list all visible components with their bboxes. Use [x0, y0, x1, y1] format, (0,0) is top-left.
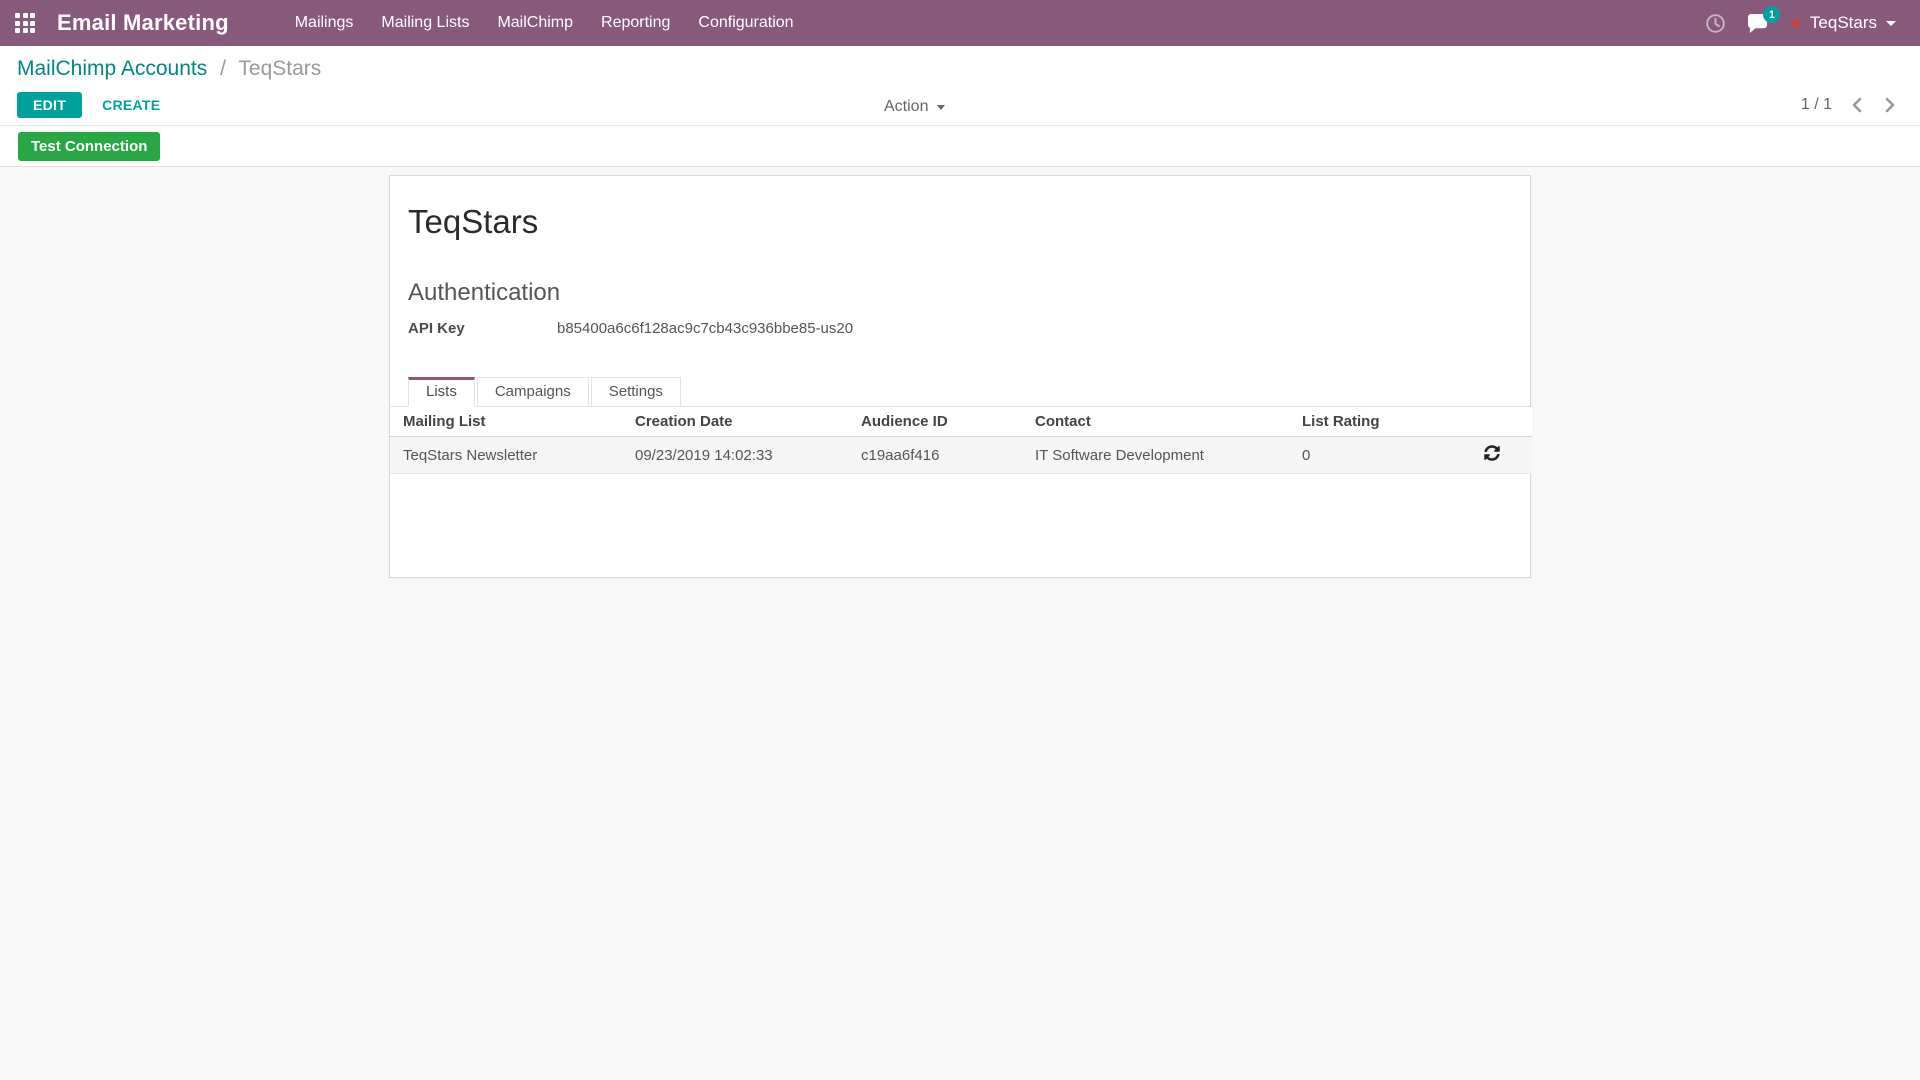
cell-creation-date[interactable]: 09/23/2019 14:02:33 — [622, 437, 848, 474]
menu-mailchimp[interactable]: MailChimp — [483, 1, 587, 45]
header-audience-id[interactable]: Audience ID — [848, 407, 1022, 437]
test-connection-button[interactable]: Test Connection — [18, 132, 160, 161]
table-header-row: Mailing List Creation Date Audience ID C… — [390, 407, 1532, 437]
systray: 1 ★ TeqStars — [1705, 13, 1896, 34]
app-title[interactable]: Email Marketing — [57, 10, 229, 36]
menu-reporting[interactable]: Reporting — [587, 1, 684, 45]
api-key-field-row: API Key b85400a6c6f128ac9c7cb43c936bbe85… — [408, 320, 1512, 337]
control-panel-buttons: EDIT CREATE — [17, 92, 1920, 118]
tab-settings[interactable]: Settings — [591, 377, 681, 407]
header-actions — [1447, 407, 1532, 437]
apps-grid-icon[interactable] — [15, 13, 35, 33]
action-label: Action — [884, 98, 928, 116]
header-contact[interactable]: Contact — [1022, 407, 1289, 437]
authentication-heading: Authentication — [408, 279, 1512, 307]
action-dropdown[interactable]: Action — [884, 98, 945, 116]
refresh-icon[interactable] — [1447, 437, 1532, 474]
top-navbar: Email Marketing Mailings Mailing Lists M… — [0, 0, 1920, 46]
form-view-area: TeqStars Authentication API Key b85400a6… — [0, 167, 1920, 1079]
edit-button[interactable]: EDIT — [17, 92, 82, 118]
menu-configuration[interactable]: Configuration — [684, 1, 807, 45]
chevron-down-icon — [1886, 21, 1896, 26]
record-title: TeqStars — [408, 203, 1512, 241]
menu-mailing-lists[interactable]: Mailing Lists — [367, 1, 483, 45]
header-list-rating[interactable]: List Rating — [1289, 407, 1447, 437]
activities-clock-icon[interactable] — [1705, 13, 1726, 34]
cell-contact[interactable]: IT Software Development — [1022, 437, 1289, 474]
user-name: TeqStars — [1810, 13, 1877, 33]
api-key-value: b85400a6c6f128ac9c7cb43c936bbe85-us20 — [557, 320, 853, 337]
cell-audience-id[interactable]: c19aa6f416 — [848, 437, 1022, 474]
messages-badge: 1 — [1763, 6, 1780, 23]
mailing-lists-table: Mailing List Creation Date Audience ID C… — [390, 407, 1532, 474]
breadcrumb-separator: / — [220, 57, 226, 80]
breadcrumb: MailChimp Accounts / TeqStars — [17, 57, 1920, 81]
user-avatar-icon: ★ — [1789, 16, 1802, 31]
cell-list-rating[interactable]: 0 — [1289, 437, 1447, 474]
pager: 1 / 1 — [1801, 96, 1898, 114]
tab-campaigns[interactable]: Campaigns — [477, 377, 589, 407]
create-button[interactable]: CREATE — [88, 92, 174, 118]
control-panel: MailChimp Accounts / TeqStars EDIT CREAT… — [0, 46, 1920, 125]
form-statusbar: Test Connection — [0, 125, 1920, 167]
pager-value: 1 / 1 — [1801, 96, 1832, 114]
breadcrumb-current: TeqStars — [238, 57, 321, 80]
breadcrumb-mailchimp-accounts[interactable]: MailChimp Accounts — [17, 57, 207, 80]
form-sheet: TeqStars Authentication API Key b85400a6… — [389, 175, 1531, 578]
header-mailing-list[interactable]: Mailing List — [390, 407, 622, 437]
table-row[interactable]: TeqStars Newsletter 09/23/2019 14:02:33 … — [390, 437, 1532, 474]
pager-next-icon[interactable] — [1882, 96, 1898, 114]
header-creation-date[interactable]: Creation Date — [622, 407, 848, 437]
chevron-down-icon — [937, 105, 945, 110]
cell-mailing-list[interactable]: TeqStars Newsletter — [390, 437, 622, 474]
menu-mailings[interactable]: Mailings — [281, 1, 368, 45]
notebook-tabs: Lists Campaigns Settings — [390, 377, 1530, 407]
main-menu: Mailings Mailing Lists MailChimp Reporti… — [281, 1, 808, 45]
tab-lists[interactable]: Lists — [408, 377, 475, 407]
api-key-label: API Key — [408, 320, 557, 337]
pager-previous-icon[interactable] — [1849, 96, 1865, 114]
messages-chat-icon[interactable]: 1 — [1746, 13, 1769, 33]
user-menu[interactable]: ★ TeqStars — [1789, 13, 1896, 33]
